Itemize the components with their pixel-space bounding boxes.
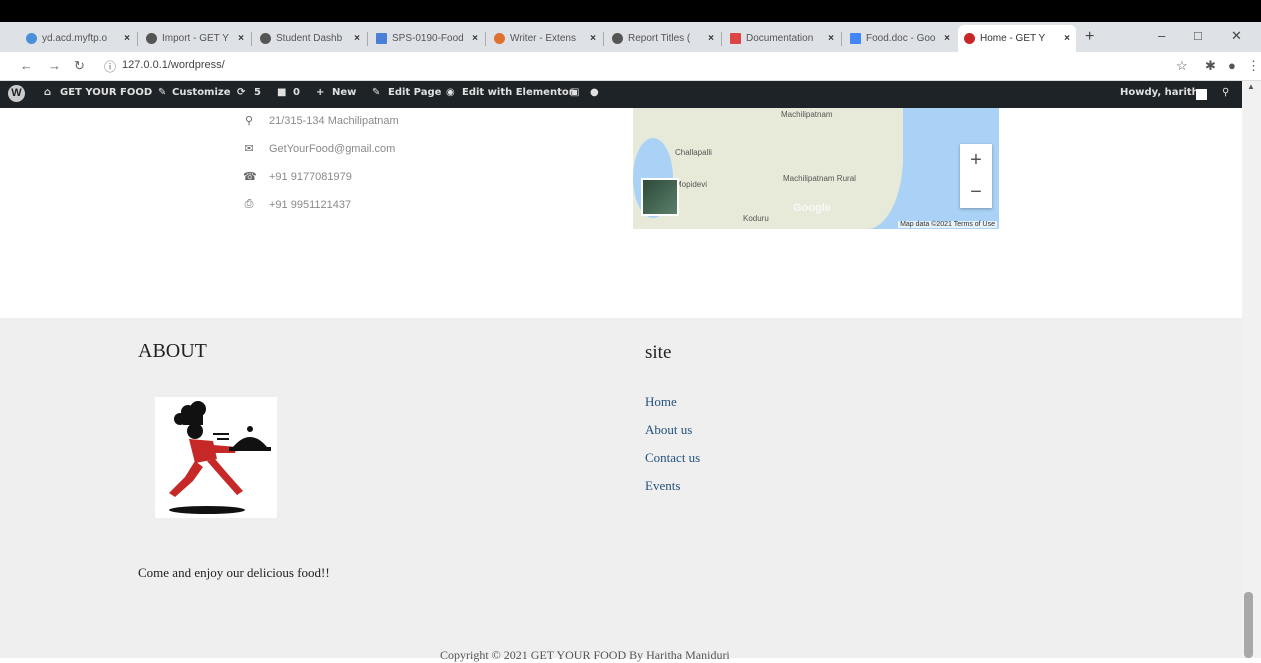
edit-page-link[interactable]: Edit Page xyxy=(388,87,441,98)
search-icon[interactable]: ⚲ xyxy=(1222,87,1229,98)
phone-icon: ☎ xyxy=(243,171,257,183)
browser-tab[interactable]: Student Dashb × xyxy=(254,27,366,49)
plus-icon: + xyxy=(316,87,325,98)
close-tab-icon[interactable]: × xyxy=(238,33,244,44)
extensions-icon[interactable]: ✱ xyxy=(1205,58,1216,74)
close-tab-icon[interactable]: × xyxy=(708,33,714,44)
elementor-icon: ◉ xyxy=(446,87,455,98)
maximize-icon[interactable]: □ xyxy=(1194,28,1202,43)
wordpress-logo-icon[interactable]: W xyxy=(8,85,25,102)
close-tab-icon[interactable]: × xyxy=(1064,33,1070,44)
gmail-icon xyxy=(730,32,741,44)
close-tab-icon[interactable]: × xyxy=(124,33,130,44)
about-heading: ABOUT xyxy=(138,340,207,362)
globe-icon xyxy=(260,32,271,44)
back-icon[interactable]: ← xyxy=(20,58,33,73)
howdy-user-link[interactable]: Howdy, haritha xyxy=(1120,87,1206,98)
home-icon[interactable]: ⌂ xyxy=(44,87,51,98)
envelope-icon: ✉ xyxy=(244,143,254,155)
browser-tab-active[interactable]: Home - GET Y × xyxy=(958,25,1076,52)
browser-tab[interactable]: Writer - Extens × xyxy=(488,27,602,49)
comments-count[interactable]: 0 xyxy=(293,87,300,98)
footer-link-events[interactable]: Events xyxy=(645,478,680,494)
forward-icon[interactable]: → xyxy=(48,58,61,73)
map-label: Mopidevi xyxy=(675,180,708,189)
scrollbar-thumb[interactable] xyxy=(1244,592,1253,658)
footer-link-about[interactable]: About us xyxy=(645,422,692,438)
browser-tab[interactable]: yd.acd.myftp.o × xyxy=(20,27,136,49)
contact-email: ✉ GetYourFood@gmail.com xyxy=(244,142,396,156)
status-dot-icon: ● xyxy=(590,87,599,98)
page-scrollbar[interactable] xyxy=(1242,81,1261,658)
site-footer: ABOUT Come and enjoy our delicious food!… xyxy=(0,318,1242,662)
new-link[interactable]: New xyxy=(332,87,356,98)
avatar[interactable] xyxy=(1196,89,1207,100)
close-tab-icon[interactable]: × xyxy=(944,33,950,44)
google-logo: Google xyxy=(793,202,831,214)
pencil-icon: ✎ xyxy=(372,87,381,98)
globe-icon xyxy=(146,32,157,44)
menu-icon[interactable]: ⋮ xyxy=(1247,58,1260,74)
customize-link[interactable]: Customize xyxy=(172,87,231,98)
wp-admin-bar: W ⌂ GET YOUR FOOD ✎ Customize ⟳ 5 ■ 0 + … xyxy=(0,81,1261,108)
map-label: Machilipatnam Rural xyxy=(783,174,856,183)
contact-phone-1: ☎ +91 9177081979 xyxy=(243,170,352,184)
writer-icon xyxy=(494,32,505,44)
tab-favicon-icon xyxy=(26,32,37,44)
map-label: Challapalli xyxy=(675,148,712,157)
chef-running-icon xyxy=(169,401,271,514)
zoom-out-button[interactable]: − xyxy=(960,176,992,208)
map-attribution[interactable]: Map data ©2021 Terms of Use xyxy=(898,221,997,228)
close-tab-icon[interactable]: × xyxy=(590,33,596,44)
copyright-text: Copyright © 2021 GET YOUR FOOD By Harith… xyxy=(440,648,730,662)
zoom-in-button[interactable]: + xyxy=(960,144,992,176)
fax-icon: ⎙ xyxy=(244,198,254,210)
screen-top-bar xyxy=(0,0,1261,22)
brush-icon: ✎ xyxy=(158,87,167,98)
map-zoom-controls: + − xyxy=(960,144,992,208)
close-window-icon[interactable]: ✕ xyxy=(1231,28,1242,44)
browser-tab[interactable]: Documentation × xyxy=(724,27,840,49)
browser-tab[interactable]: Import - GET Y × xyxy=(140,27,250,49)
chef-icon xyxy=(964,33,975,44)
satellite-toggle[interactable] xyxy=(641,178,679,216)
site-heading: site xyxy=(645,342,672,363)
reload-icon[interactable]: ↻ xyxy=(74,58,85,74)
map-label: Koduru xyxy=(743,214,769,223)
footer-link-contact[interactable]: Contact us xyxy=(645,450,700,466)
close-tab-icon[interactable]: × xyxy=(354,33,360,44)
star-icon[interactable]: ☆ xyxy=(1176,58,1188,74)
chef-logo xyxy=(155,397,277,518)
close-tab-icon[interactable]: × xyxy=(472,33,478,44)
contact-phone-2: ⎙ +91 9951121437 xyxy=(244,198,352,211)
address-bar: ← → ↻ ⓘ 127.0.0.1/wordpress/ ☆ ✱ ● ⋮ xyxy=(0,52,1261,81)
map-label: Machilipatnam xyxy=(781,110,833,119)
yoast-icon[interactable]: ▣ xyxy=(570,87,579,98)
docs-icon xyxy=(850,32,861,44)
info-icon[interactable]: ⓘ xyxy=(104,58,116,75)
google-map[interactable]: Machilipatnam Challapalli Machilipatnam … xyxy=(633,108,999,229)
minimize-icon[interactable]: – xyxy=(1158,28,1165,43)
browser-tab[interactable]: Report Titles (× xyxy=(606,27,720,49)
url-field[interactable]: 127.0.0.1/wordpress/ xyxy=(122,59,225,71)
doc-icon xyxy=(376,32,387,44)
close-tab-icon[interactable]: × xyxy=(828,33,834,44)
scroll-up-icon[interactable]: ▲ xyxy=(1247,82,1255,91)
contact-address: ⚲ 21/315-134 Machilipatnam xyxy=(244,114,399,128)
browser-tab[interactable]: Food.doc - Goo × xyxy=(844,27,956,49)
elementor-link[interactable]: Edit with Elementor xyxy=(462,87,574,98)
updates-icon: ⟳ xyxy=(237,87,246,98)
comments-icon: ■ xyxy=(277,87,287,98)
updates-count[interactable]: 5 xyxy=(254,87,261,98)
globe-icon xyxy=(612,32,623,44)
site-name-link[interactable]: GET YOUR FOOD xyxy=(60,87,152,98)
browser-tab-strip: yd.acd.myftp.o × Import - GET Y × Student … xyxy=(0,22,1261,52)
footer-tagline: Come and enjoy our delicious food!! xyxy=(138,565,330,580)
footer-link-home[interactable]: Home xyxy=(645,394,677,410)
browser-tab[interactable]: SPS-0190-Food × xyxy=(370,27,484,49)
new-tab-button[interactable]: + xyxy=(1085,28,1094,46)
location-pin-icon: ⚲ xyxy=(244,115,254,127)
profile-icon[interactable]: ● xyxy=(1228,58,1236,73)
